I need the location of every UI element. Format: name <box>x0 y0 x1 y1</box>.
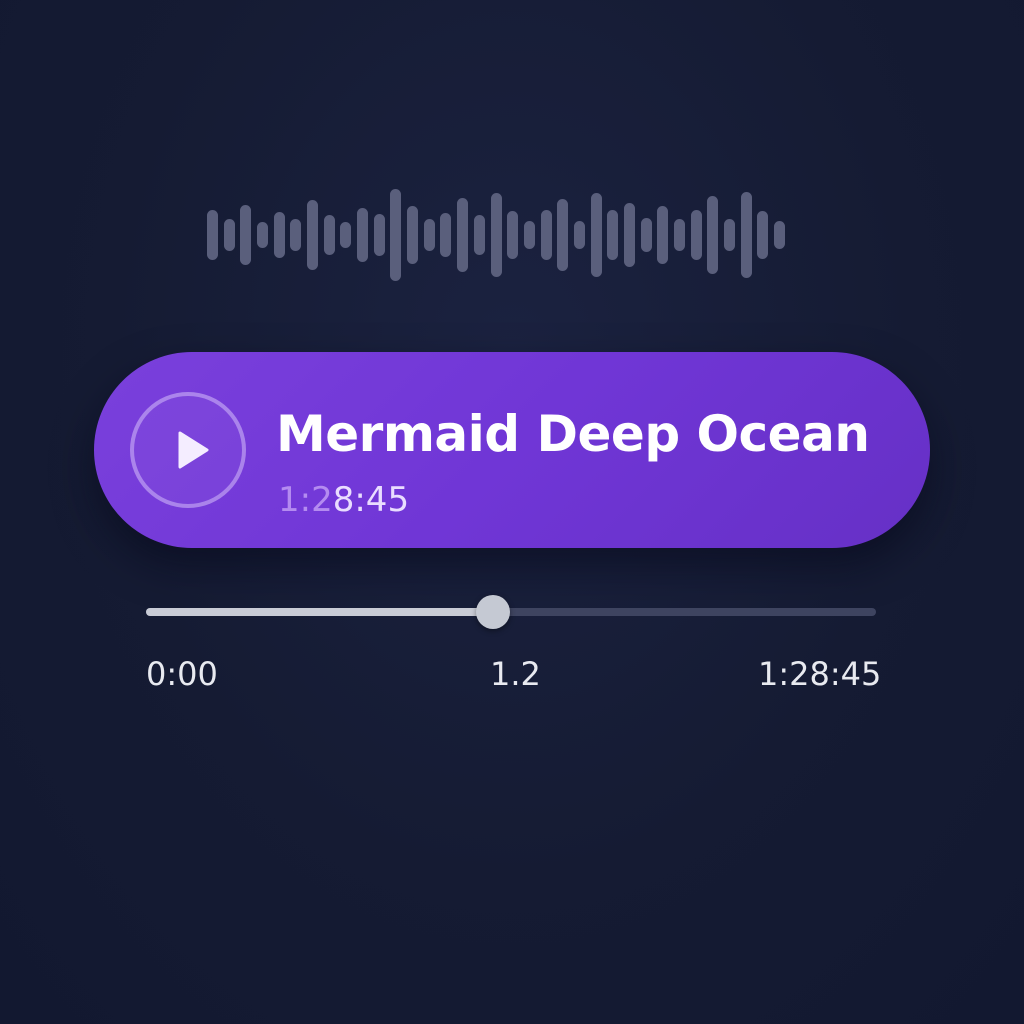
time-end-label: 1:28:45 <box>758 655 882 693</box>
waveform-bar <box>273 211 285 259</box>
waveform-bar <box>290 219 302 251</box>
waveform-bar <box>690 210 702 260</box>
progress-slider[interactable] <box>146 595 876 629</box>
play-icon <box>178 431 209 469</box>
waveform-bar <box>423 219 435 251</box>
waveform-bar <box>540 210 552 260</box>
waveform-bar <box>323 214 335 256</box>
time-current-label: 1.2 <box>490 655 541 693</box>
waveform <box>0 180 1024 290</box>
play-button[interactable] <box>130 392 246 508</box>
waveform-bar <box>457 197 469 273</box>
waveform-bar <box>223 219 235 251</box>
waveform-bar <box>257 221 269 249</box>
waveform-bar <box>523 220 535 250</box>
time-start-label: 0:00 <box>146 655 218 693</box>
waveform-bar <box>440 212 452 258</box>
waveform-bar <box>407 206 419 264</box>
waveform-bar <box>657 206 669 264</box>
waveform-bar <box>607 210 619 260</box>
waveform-bar <box>757 211 769 259</box>
waveform-bar <box>373 213 385 257</box>
waveform-bar <box>557 199 569 271</box>
waveform-bar <box>357 208 369 262</box>
track-duration-prefix: 1:2 <box>278 480 333 520</box>
waveform-bar <box>707 195 719 275</box>
progress-thumb[interactable] <box>475 595 510 629</box>
track-duration: 1:28:45 <box>278 478 409 522</box>
waveform-bar <box>623 203 635 267</box>
track-duration-suffix: 8:45 <box>332 480 410 520</box>
track-title: Mermaid Deep Ocean <box>276 405 870 463</box>
waveform-bar <box>307 200 319 270</box>
waveform-bar <box>723 219 735 251</box>
waveform-bar <box>673 219 685 251</box>
waveform-bar <box>473 214 485 256</box>
waveform-bar <box>390 189 402 281</box>
waveform-bar <box>490 193 502 277</box>
waveform-bar <box>573 220 585 250</box>
waveform-bar <box>240 205 252 265</box>
waveform-bar <box>774 220 785 250</box>
waveform-bar <box>590 193 602 277</box>
progress-fill <box>146 608 493 616</box>
waveform-bar <box>507 211 519 259</box>
waveform-bar <box>640 217 652 253</box>
waveform-bar <box>740 191 752 279</box>
waveform-bar <box>207 210 218 260</box>
waveform-bar <box>340 221 352 249</box>
